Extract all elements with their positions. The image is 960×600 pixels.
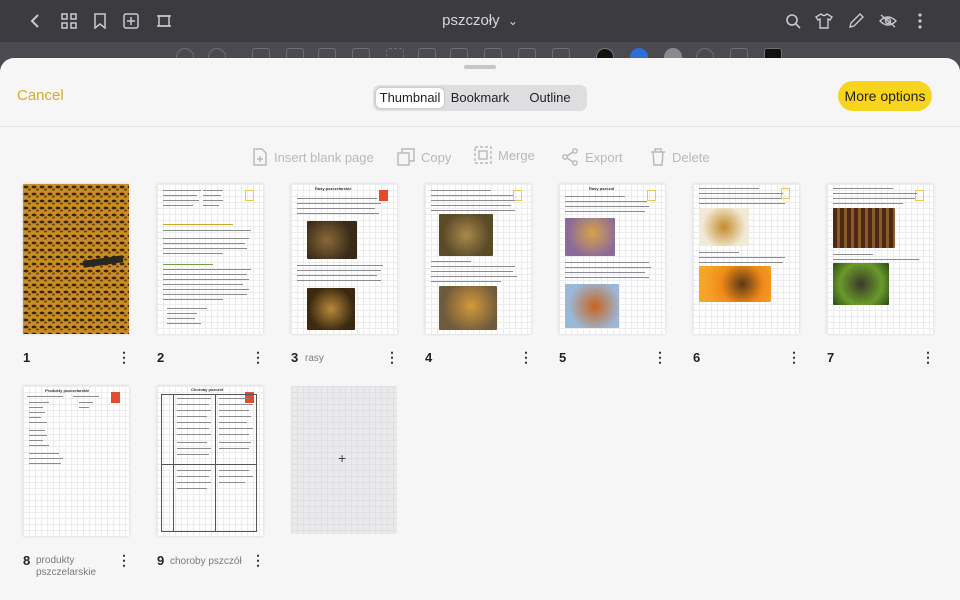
page-name-9: choroby pszczół <box>170 556 242 567</box>
bee-photo <box>833 263 889 305</box>
insert-blank-page-label: Insert blank page <box>274 149 374 165</box>
bookmark-outline-icon <box>245 190 254 201</box>
bee-photo <box>565 218 615 256</box>
page-thumbnail-7[interactable] <box>827 184 933 334</box>
chevron-down-icon: ⌄ <box>507 14 518 28</box>
page-3-heading: Rasy pszczelarskie <box>315 186 352 191</box>
delete-button[interactable]: Delete <box>650 148 710 166</box>
page-number-2: 2 <box>157 350 165 365</box>
page-thumbnail-9[interactable]: Choroby pszczół <box>157 386 263 536</box>
header-divider <box>0 126 960 127</box>
page-7-menu-icon[interactable]: ⋮ <box>921 350 935 364</box>
page-number-8: 8 <box>23 553 31 568</box>
more-options-button[interactable]: More options <box>838 81 932 111</box>
page-thumbnail-1[interactable] <box>23 184 129 334</box>
copy-label: Copy <box>421 149 452 165</box>
page-number-9: 9 <box>157 553 165 568</box>
view-mode-tabs: Thumbnail Bookmark Outline <box>373 85 587 111</box>
tab-thumbnail[interactable]: Thumbnail <box>376 88 444 108</box>
page-8-heading: Produkty pszczelarskie <box>45 388 90 393</box>
page-number-5: 5 <box>559 350 567 365</box>
sheet-drag-handle[interactable] <box>464 65 496 69</box>
page-4-menu-icon[interactable]: ⋮ <box>519 350 533 364</box>
page-8-menu-icon[interactable]: ⋮ <box>117 553 131 567</box>
bees-photo <box>833 208 895 248</box>
page-6-menu-icon[interactable]: ⋮ <box>787 350 801 364</box>
tab-outline[interactable]: Outline <box>516 88 584 108</box>
bee-photo <box>439 286 497 330</box>
document-title-text: pszczoły <box>442 12 500 29</box>
plus-icon: + <box>338 450 347 466</box>
hornet-photo <box>565 284 619 328</box>
more-vertical-icon[interactable] <box>909 10 931 32</box>
export-button[interactable]: Export <box>561 148 623 166</box>
page-thumbnail-5[interactable]: Rasy pszczół <box>559 184 665 334</box>
copy-icon <box>397 148 415 166</box>
merge-label: Merge <box>498 147 535 163</box>
bee-swarm-photo <box>23 184 129 334</box>
share-icon <box>562 148 578 166</box>
page-number-7: 7 <box>827 350 835 365</box>
page-9-menu-icon[interactable]: ⋮ <box>251 553 265 567</box>
tab-bookmark[interactable]: Bookmark <box>446 88 514 108</box>
eye-off-icon[interactable] <box>877 10 899 32</box>
bee-on-flower-photo <box>699 266 771 302</box>
bookmark-filled-icon <box>379 190 388 201</box>
merge-icon <box>474 146 492 164</box>
shirt-icon[interactable] <box>813 10 835 32</box>
cancel-button[interactable]: Cancel <box>17 87 64 104</box>
page-thumbnail-3[interactable]: Rasy pszczelarskie <box>291 184 397 334</box>
search-icon[interactable] <box>782 10 804 32</box>
bee-photo <box>307 221 357 259</box>
bee-photo <box>307 288 355 330</box>
page-thumbnail-6[interactable] <box>693 184 799 334</box>
insert-page-icon <box>253 148 267 166</box>
page-name-3: rasy <box>305 353 324 364</box>
page-number-4: 4 <box>425 350 433 365</box>
trash-icon <box>651 148 665 166</box>
bee-photo <box>439 214 493 256</box>
page-thumbnail-8[interactable]: Produkty pszczelarskie <box>23 386 129 536</box>
bookmark-filled-icon <box>111 392 120 403</box>
merge-button[interactable]: Merge <box>474 146 535 164</box>
page-1-menu-icon[interactable]: ⋮ <box>117 350 131 364</box>
page-9-heading: Choroby pszczół <box>191 387 224 392</box>
pen-icon[interactable] <box>845 10 867 32</box>
page-5-menu-icon[interactable]: ⋮ <box>653 350 667 364</box>
page-thumbnail-4[interactable] <box>425 184 531 334</box>
bee-photo <box>699 208 749 246</box>
page-number-3: 3 <box>291 350 299 365</box>
page-number-1: 1 <box>23 350 31 365</box>
page-name-8: produkty pszczelarskie <box>36 555 97 578</box>
page-2-menu-icon[interactable]: ⋮ <box>251 350 265 364</box>
add-page-button[interactable]: + <box>291 386 397 534</box>
page-number-6: 6 <box>693 350 701 365</box>
bookmark-outline-icon <box>647 190 656 201</box>
export-label: Export <box>585 149 623 165</box>
bookmark-outline-icon <box>915 190 924 201</box>
delete-label: Delete <box>672 149 710 165</box>
top-app-bar: pszczoły ⌄ <box>0 0 960 42</box>
page-3-menu-icon[interactable]: ⋮ <box>385 350 399 364</box>
insert-blank-page-button[interactable]: Insert blank page <box>252 148 374 166</box>
page-5-heading: Rasy pszczół <box>589 186 615 191</box>
copy-button[interactable]: Copy <box>397 148 451 166</box>
page-thumbnail-2[interactable] <box>157 184 263 334</box>
